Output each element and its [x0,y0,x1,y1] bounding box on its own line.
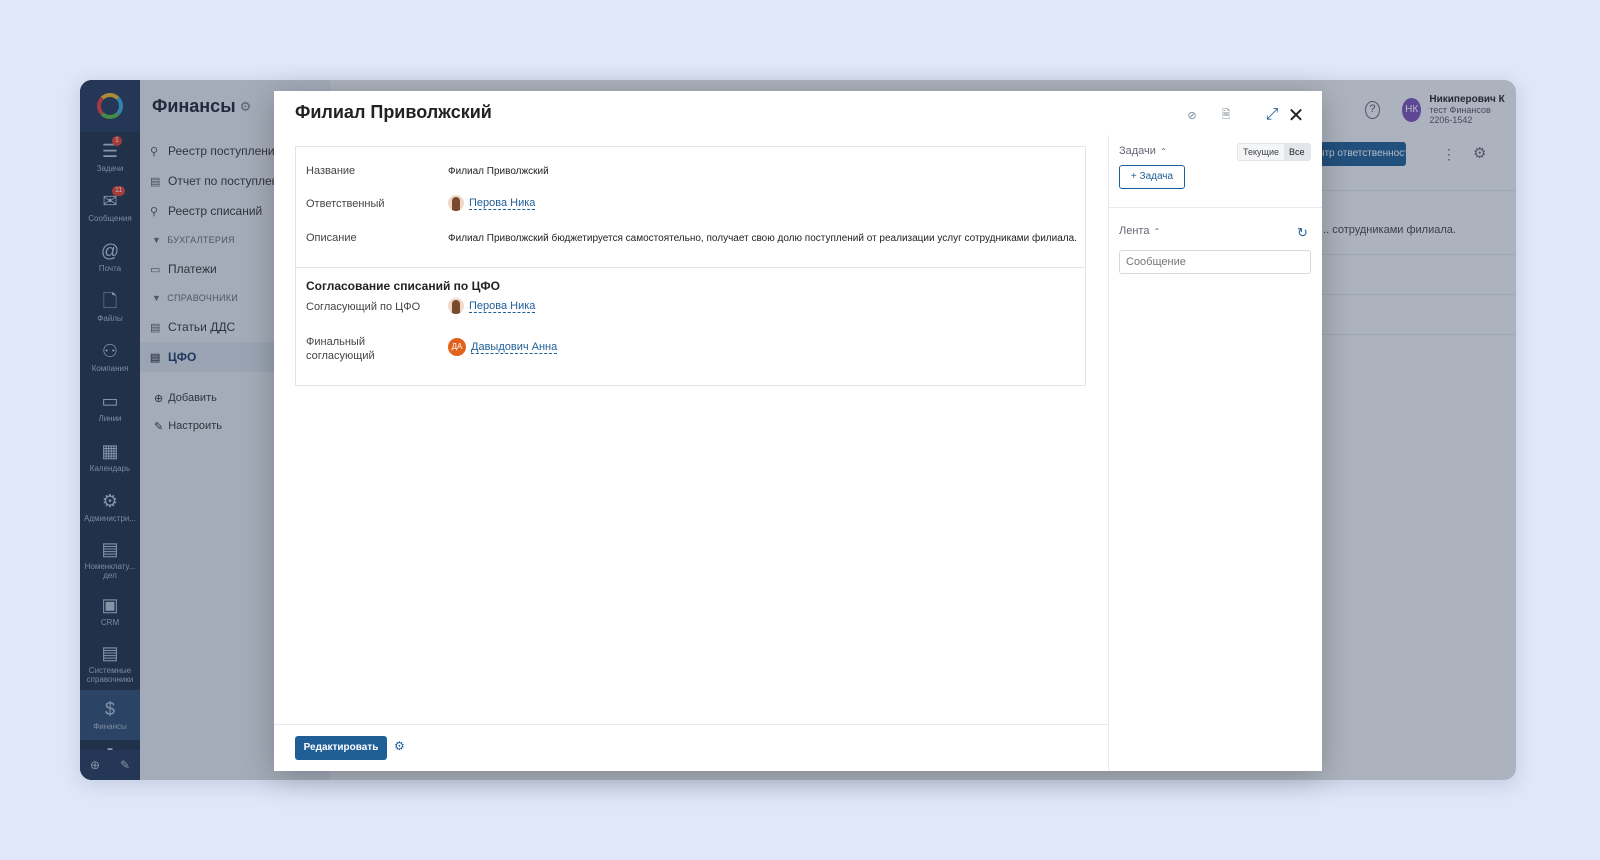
divider [1109,207,1322,208]
responsible-value: Перова Ника [448,195,536,211]
divider [296,267,1085,268]
edit-button[interactable]: Редактировать [295,736,387,760]
name-label: Название [306,165,356,177]
tasks-toggle[interactable]: Задачи ⌃ [1119,145,1167,157]
chevron-up-icon: ⌃ [1159,146,1167,156]
tasks-label: Задачи [1119,145,1156,157]
close-icon[interactable]: ✕ [1284,103,1308,127]
gear-icon[interactable]: ⚙ [394,739,405,753]
expand-icon[interactable]: ⤢ [1260,103,1284,127]
description-label: Описание [306,232,357,244]
record-modal: Филиал Приволжский ⊘ 🗎 ⤢ ✕ Название Фили… [274,91,1322,771]
avatar [448,298,464,314]
refresh-icon[interactable]: ↻ [1297,225,1308,241]
feed-label: Лента [1119,225,1150,237]
name-value: Филиал Приволжский [448,166,549,177]
modal-title: Филиал Приволжский [295,102,492,122]
add-task-button[interactable]: + Задача [1119,165,1185,189]
responsible-label: Ответственный [306,198,385,210]
tab-all[interactable]: Все [1283,144,1310,160]
modal-right-panel: Задачи ⌃ Текущие Все + Задача Лента ⌃ ↻ [1108,135,1322,771]
avatar: ДА [448,338,466,356]
approver-label: Согласующий по ЦФО [306,301,421,313]
chevron-up-icon: ⌃ [1153,226,1161,236]
approver-value: Перова Ника [448,298,536,314]
message-input[interactable] [1119,250,1311,274]
final-approver-label: Финальный согласующий [306,336,375,362]
document-settings-icon[interactable]: 🗎 [1214,103,1238,127]
modal-toolbar: ⊘ 🗎 ⤢ ✕ [1170,103,1308,127]
divider [274,724,1108,725]
final-approver-link[interactable]: Давыдович Анна [471,341,558,354]
approver-link[interactable]: Перова Ника [469,300,536,313]
responsible-link[interactable]: Перова Ника [469,197,536,210]
approval-heading: Согласование списаний по ЦФО [306,279,500,293]
final-approver-value: ДА Давыдович Анна [448,338,558,356]
description-value: Филиал Приволжский бюджетируется самосто… [448,233,1077,244]
tab-current[interactable]: Текущие [1238,144,1284,160]
tasks-filter: Текущие Все [1237,143,1311,161]
unfollow-icon[interactable]: ⊘ [1180,103,1204,127]
avatar [448,195,464,211]
details-card: Название Филиал Приволжский Ответственны… [295,146,1086,386]
feed-toggle[interactable]: Лента ⌃ [1119,225,1160,237]
